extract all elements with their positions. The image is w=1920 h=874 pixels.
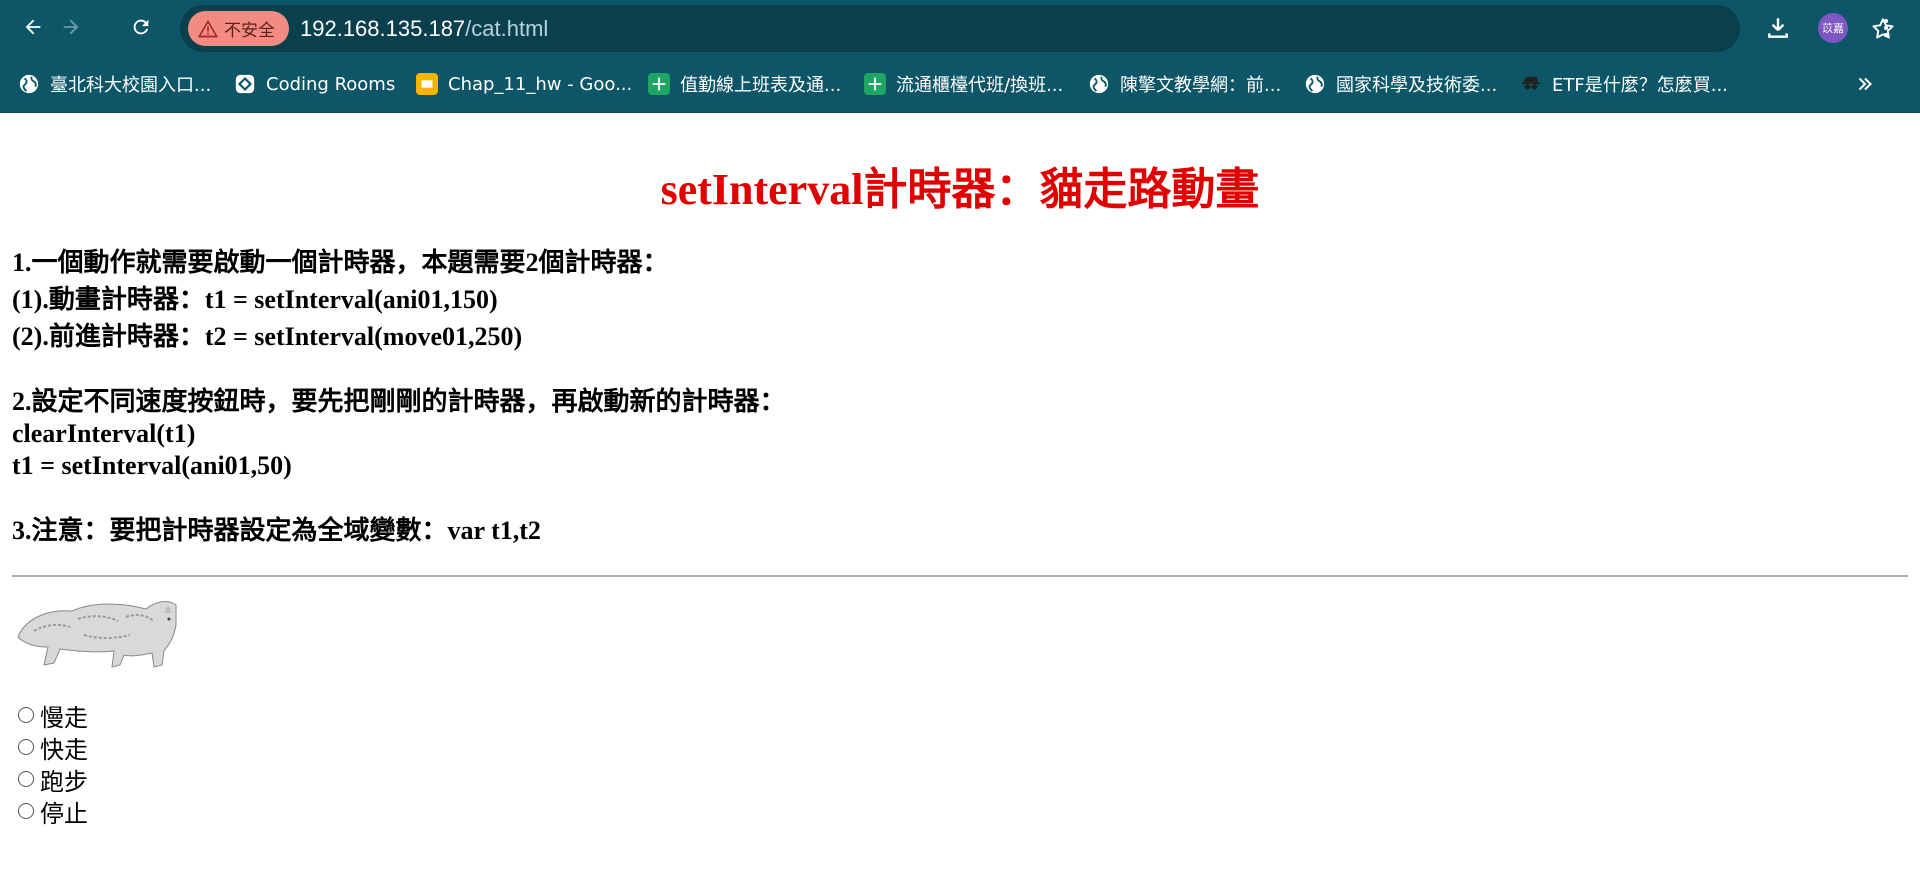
double-chevron-right-icon <box>1858 77 1872 91</box>
bookmarks-bar: 臺北科大校園入口... Coding Rooms Chap_11_hw - Go… <box>0 57 1920 113</box>
kebab-menu-icon <box>1884 19 1888 37</box>
url-host: 192.168.135.187 <box>300 16 466 41</box>
page-title: setInterval計時器：貓走路動畫 <box>660 165 1260 214</box>
instruction-1-line-1: 1.一個動作就需要啟動一個計時器，本題需要2個計時器： <box>12 248 669 277</box>
google-sheets-icon <box>864 73 886 95</box>
coding-rooms-icon <box>234 73 256 95</box>
forward-arrow-icon <box>63 19 79 35</box>
address-bar[interactable]: 不安全 192.168.135.187/cat.html <box>180 5 1894 52</box>
radio-label: 慢走 <box>40 705 88 732</box>
divider <box>12 575 1908 577</box>
google-sheets-icon <box>648 73 670 95</box>
radio-button[interactable] <box>18 771 34 787</box>
instruction-2-line-3: t1 = setInterval(ani01,50) <box>12 451 292 480</box>
warning-icon <box>198 19 218 37</box>
instruction-3: 3.注意：要把計時器設定為全域變數：var t1,t2 <box>12 516 541 545</box>
bookmark-item[interactable]: 國家科學及技術委... <box>1304 69 1497 99</box>
bookmark-item[interactable]: 流通櫃檯代班/換班... <box>864 69 1063 99</box>
radio-label: 快走 <box>40 737 88 764</box>
bookmark-item[interactable]: 值勤線上班表及通... <box>648 69 841 99</box>
radio-option-run[interactable]: 跑步 <box>18 763 88 796</box>
radio-label: 停止 <box>40 801 88 828</box>
instruction-2-line-2: clearInterval(t1) <box>12 419 196 448</box>
profile-avatar[interactable]: 苡嘉 <box>1818 13 1848 43</box>
url-path: /cat.html <box>465 16 549 41</box>
bookmark-item[interactable]: Coding Rooms <box>234 69 395 99</box>
reload-icon <box>133 19 149 35</box>
download-icon <box>1768 18 1788 38</box>
menu-button[interactable] <box>1870 12 1902 44</box>
bookmark-label: 陳擎文教學網：前... <box>1120 75 1282 96</box>
cat-animation-image <box>17 601 177 668</box>
bookmark-item[interactable]: ETF是什麼？怎麼買... <box>1520 69 1728 99</box>
browser-toolbar: 不安全 192.168.135.187/cat.html 苡嘉 <box>0 0 1920 57</box>
radio-option-fast-walk[interactable]: 快走 <box>18 731 88 764</box>
speed-radio-group: 慢走 快走 跑步 停止 <box>18 699 88 828</box>
security-chip[interactable]: 不安全 <box>188 11 289 46</box>
bookmark-label: 流通櫃檯代班/換班... <box>896 75 1064 96</box>
radio-button[interactable] <box>18 739 34 755</box>
bookmark-item[interactable]: 臺北科大校園入口... <box>18 69 211 99</box>
security-label: 不安全 <box>224 21 275 41</box>
back-button[interactable] <box>16 10 50 44</box>
instruction-2-line-1: 2.設定不同速度按鈕時，要先把剛剛的計時器，再啟動新的計時器： <box>12 387 786 416</box>
radio-option-stop[interactable]: 停止 <box>18 795 88 828</box>
bookmark-label: 國家科學及技術委... <box>1336 75 1498 96</box>
radio-option-slow-walk[interactable]: 慢走 <box>18 699 88 732</box>
bookmark-label: Coding Rooms <box>266 73 396 95</box>
spy-icon <box>1520 73 1542 95</box>
back-arrow-icon <box>25 19 41 35</box>
globe-icon <box>1304 73 1326 95</box>
bookmark-item[interactable]: 陳擎文教學網：前... <box>1088 69 1281 99</box>
google-slides-icon <box>416 73 438 95</box>
globe-icon <box>1088 73 1110 95</box>
downloads-button[interactable] <box>1762 12 1794 44</box>
forward-button[interactable] <box>54 10 88 44</box>
radio-button[interactable] <box>18 803 34 819</box>
bookmark-label: ETF是什麼？怎麼買... <box>1552 75 1728 96</box>
bookmark-label: 值勤線上班表及通... <box>680 75 842 96</box>
radio-label: 跑步 <box>40 769 88 796</box>
instruction-1-line-3: (2).前進計時器：t2 = setInterval(move01,250) <box>12 322 523 351</box>
reload-button[interactable] <box>124 10 158 44</box>
bookmark-label: Chap_11_hw - Goo... <box>448 73 633 95</box>
instruction-2: 2.設定不同速度按鈕時，要先把剛剛的計時器，再啟動新的計時器： clearInt… <box>12 386 786 482</box>
bookmark-label: 臺北科大校園入口... <box>50 75 212 96</box>
more-bookmarks-button[interactable] <box>1854 69 1876 99</box>
url-text[interactable]: 192.168.135.187/cat.html <box>300 5 548 52</box>
bookmark-item[interactable]: Chap_11_hw - Goo... <box>416 69 632 99</box>
instruction-1-line-2: (1).動畫計時器：t1 = setInterval(ani01,150) <box>12 285 498 314</box>
radio-button[interactable] <box>18 707 34 723</box>
globe-icon <box>18 73 40 95</box>
instruction-1: 1.一個動作就需要啟動一個計時器，本題需要2個計時器： (1).動畫計時器：t1… <box>12 247 669 353</box>
